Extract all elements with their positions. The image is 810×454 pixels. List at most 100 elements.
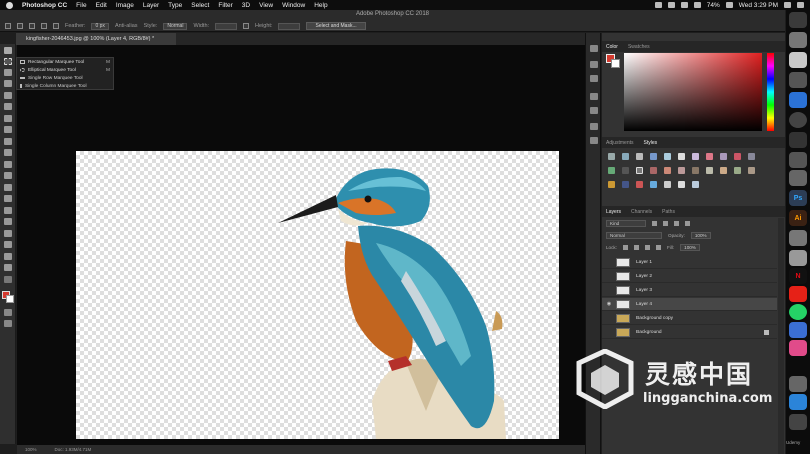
pen-tool-icon[interactable] (4, 207, 12, 214)
finder-icon[interactable] (789, 12, 807, 28)
netflix-icon[interactable]: N (789, 268, 807, 284)
shape-filter-icon[interactable] (685, 221, 690, 226)
layer-row[interactable]: Layer 1 (602, 256, 777, 269)
lock-all-icon[interactable] (655, 245, 661, 250)
style-swatch[interactable] (692, 181, 699, 188)
trash-icon[interactable] (789, 414, 807, 430)
app-store-icon[interactable] (789, 92, 807, 108)
blend-mode-select[interactable]: Normal (606, 232, 662, 239)
menu-image[interactable]: Image (116, 2, 134, 9)
layer-row[interactable]: Background (602, 326, 777, 339)
app-icon[interactable] (789, 72, 807, 88)
tab-swatches[interactable]: Swatches (628, 44, 650, 50)
launchpad-icon[interactable] (789, 32, 807, 48)
style-swatch[interactable] (748, 153, 755, 160)
style-swatch[interactable] (720, 153, 727, 160)
app-icon[interactable] (789, 170, 807, 186)
eraser-tool-icon[interactable] (4, 161, 12, 168)
fill-input[interactable]: 100% (680, 244, 700, 251)
shape-tool-icon[interactable] (4, 241, 12, 248)
panel-background-swatch[interactable] (611, 59, 620, 68)
style-swatch[interactable] (692, 153, 699, 160)
style-swatch[interactable] (622, 153, 629, 160)
style-swatch[interactable] (608, 153, 615, 160)
tab-styles[interactable]: Styles (644, 140, 658, 146)
menu-filter[interactable]: Filter (218, 2, 232, 9)
history-panel-icon[interactable] (590, 45, 598, 52)
style-swatch[interactable] (622, 167, 629, 174)
zoom-tool-icon[interactable] (4, 264, 12, 271)
menu-help[interactable]: Help (314, 2, 327, 9)
background-color-swatch[interactable] (6, 295, 14, 303)
properties-panel-icon[interactable] (590, 93, 598, 100)
path-selection-tool-icon[interactable] (4, 230, 12, 237)
menu-layer[interactable]: Layer (143, 2, 159, 9)
style-swatch[interactable] (636, 167, 643, 174)
tool-preset-icon[interactable] (5, 23, 11, 29)
style-swatch[interactable] (650, 181, 657, 188)
zoom-level[interactable]: 100% (25, 447, 37, 452)
adjustments-panel-icon[interactable] (590, 107, 598, 114)
menu-edit[interactable]: Edit (96, 2, 107, 9)
style-swatch[interactable] (678, 181, 685, 188)
healing-brush-tool-icon[interactable] (4, 115, 12, 122)
dodge-tool-icon[interactable] (4, 195, 12, 202)
adjustment-filter-icon[interactable] (663, 221, 668, 226)
app-icon[interactable] (789, 322, 807, 338)
menu-view[interactable]: View (259, 2, 273, 9)
feather-input[interactable]: 0 px (91, 22, 109, 30)
layer-kind-filter[interactable]: Kind (606, 220, 646, 227)
marquee-tool-icon[interactable] (4, 58, 12, 65)
tab-paths[interactable]: Paths (662, 209, 675, 215)
lasso-tool-icon[interactable] (4, 69, 12, 76)
app-icon[interactable] (789, 132, 807, 148)
doc-size[interactable]: Doc: 1.93M/4.71M (55, 447, 92, 452)
menu-3d[interactable]: 3D (242, 2, 250, 9)
style-swatch[interactable] (706, 153, 713, 160)
lock-pixels-icon[interactable] (633, 245, 639, 250)
crop-tool-icon[interactable] (4, 92, 12, 99)
subtract-selection-icon[interactable] (41, 23, 47, 29)
clock[interactable]: Wed 3:29 PM (739, 2, 778, 9)
style-swatch[interactable] (692, 167, 699, 174)
layer-row[interactable]: ◉ Layer 4 (602, 298, 777, 311)
style-swatch[interactable] (608, 167, 615, 174)
style-swatch[interactable] (664, 181, 671, 188)
add-selection-icon[interactable] (29, 23, 35, 29)
spotlight-icon[interactable] (784, 2, 791, 8)
style-swatch[interactable] (608, 181, 615, 188)
style-swatch[interactable] (650, 167, 657, 174)
flyout-item-rectangular-marquee[interactable]: Rectangular Marquee Tool M (17, 58, 113, 66)
character-panel-icon[interactable] (590, 137, 598, 144)
info-panel-icon[interactable] (590, 75, 598, 82)
type-filter-icon[interactable] (674, 221, 679, 226)
style-swatch[interactable] (636, 181, 643, 188)
style-swatch[interactable] (678, 153, 685, 160)
battery-percent[interactable]: 74% (707, 2, 720, 9)
blur-tool-icon[interactable] (4, 184, 12, 191)
antialias-checkbox[interactable]: Anti-alias (115, 23, 138, 29)
whatsapp-icon[interactable] (789, 304, 807, 320)
document-tab[interactable]: kingfisher-2046453.jpg @ 100% (Layer 4, … (16, 33, 176, 45)
type-tool-icon[interactable] (4, 218, 12, 225)
history-brush-tool-icon[interactable] (4, 149, 12, 156)
layer-row[interactable]: Layer 3 (602, 284, 777, 297)
intersect-selection-icon[interactable] (53, 23, 59, 29)
eye-icon[interactable]: ◉ (602, 301, 616, 307)
quick-mask-icon[interactable] (4, 309, 12, 316)
app-icon[interactable] (789, 230, 807, 246)
menu-type[interactable]: Type (168, 2, 182, 9)
style-swatch[interactable] (734, 167, 741, 174)
select-and-mask-button[interactable]: Select and Mask... (306, 22, 366, 30)
style-swatch[interactable] (664, 153, 671, 160)
status-icon[interactable] (667, 2, 675, 8)
quick-select-tool-icon[interactable] (4, 80, 12, 87)
eyedropper-tool-icon[interactable] (4, 103, 12, 110)
height-input[interactable] (278, 22, 301, 30)
volume-icon[interactable] (693, 2, 701, 8)
move-tool-icon[interactable] (4, 47, 12, 54)
style-swatch[interactable] (734, 153, 741, 160)
youtube-icon[interactable] (789, 286, 807, 302)
flyout-item-single-row-marquee[interactable]: Single Row Marquee Tool (17, 74, 113, 82)
style-swatch[interactable] (636, 153, 643, 160)
